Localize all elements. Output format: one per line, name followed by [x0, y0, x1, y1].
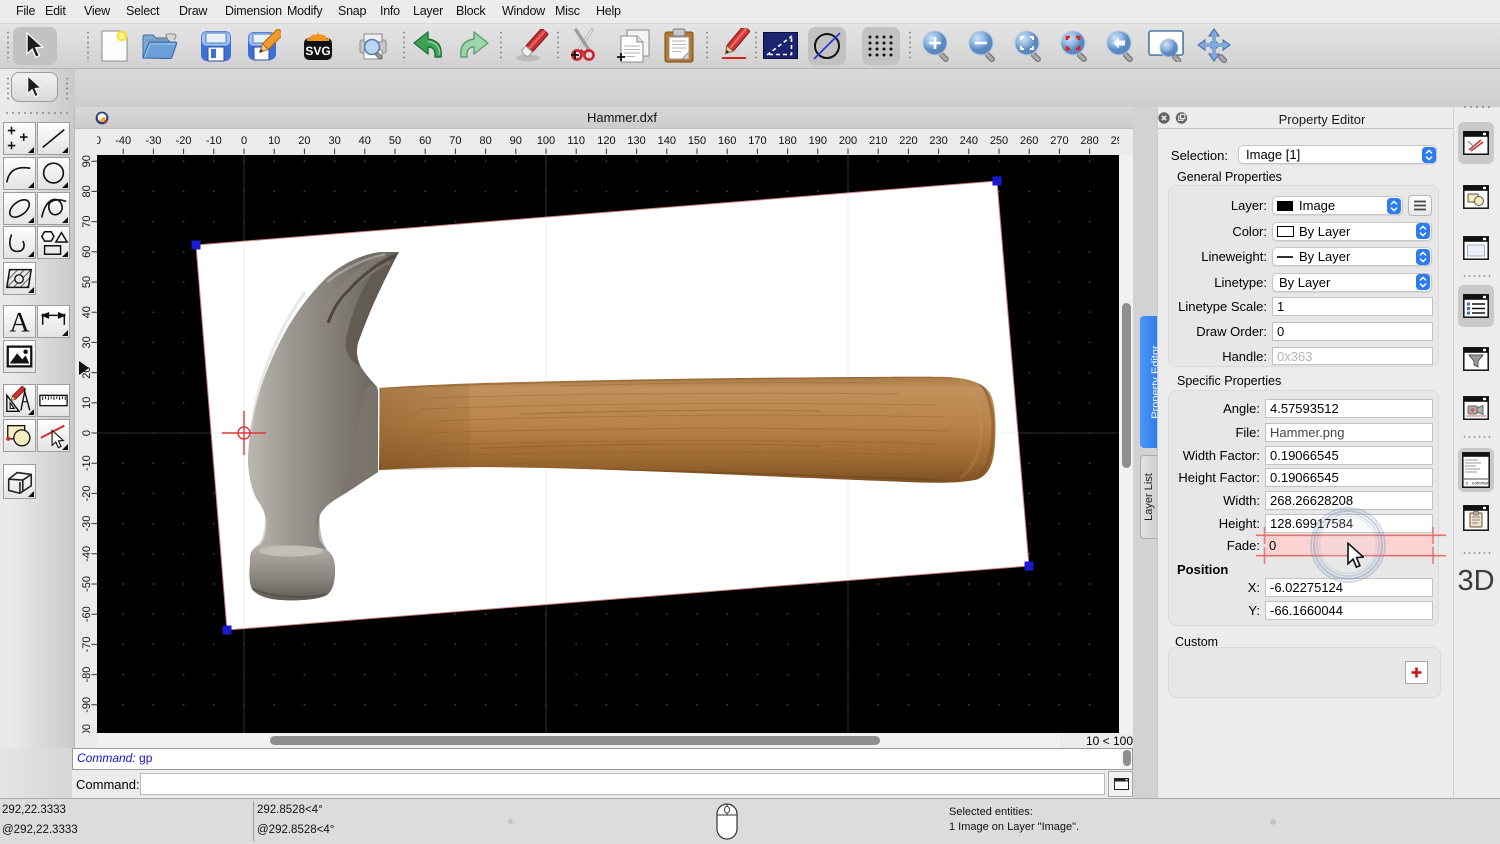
- svg-text:-100: -100: [81, 724, 93, 733]
- svg-text:10: 10: [268, 135, 280, 147]
- svg-text:190: 190: [809, 135, 827, 147]
- svg-text:-20: -20: [176, 135, 192, 147]
- svg-text:280: 280: [1080, 135, 1098, 147]
- svg-text:290: 290: [1111, 135, 1119, 147]
- svg-text:70: 70: [449, 135, 461, 147]
- svg-text:SVG: SVG: [305, 44, 330, 58]
- svg-text:270: 270: [1050, 135, 1068, 147]
- svg-text:80: 80: [479, 135, 491, 147]
- svg-text:20: 20: [298, 135, 310, 147]
- svg-text:-70: -70: [81, 636, 93, 652]
- svg-text:60: 60: [419, 135, 431, 147]
- svg-text:240: 240: [960, 135, 978, 147]
- svg-text:120: 120: [597, 135, 615, 147]
- svg-text:160: 160: [718, 135, 736, 147]
- svg-text:-50: -50: [81, 576, 93, 592]
- svg-text:-60: -60: [81, 606, 93, 622]
- svg-text:170: 170: [748, 135, 766, 147]
- svg-text:0: 0: [241, 135, 247, 147]
- svg-text:140: 140: [658, 135, 676, 147]
- svg-text:30: 30: [328, 135, 340, 147]
- svg-text:260: 260: [1020, 135, 1038, 147]
- svg-text:250: 250: [990, 135, 1008, 147]
- svg-text:220: 220: [899, 135, 917, 147]
- svg-text:-20: -20: [81, 485, 93, 501]
- svg-text:210: 210: [869, 135, 887, 147]
- svg-text:70: 70: [81, 215, 93, 227]
- svg-text:230: 230: [929, 135, 947, 147]
- svg-text:40: 40: [81, 306, 93, 318]
- svg-text:80: 80: [81, 185, 93, 197]
- svg-text:-10: -10: [81, 455, 93, 471]
- svg-text:-40: -40: [115, 135, 131, 147]
- svg-text:-90: -90: [81, 697, 93, 713]
- svg-text:130: 130: [627, 135, 645, 147]
- svg-text:90: 90: [81, 155, 93, 167]
- svg-text:200: 200: [839, 135, 857, 147]
- svg-text:50: 50: [389, 135, 401, 147]
- svg-text:90: 90: [510, 135, 522, 147]
- svg-text:A: A: [9, 307, 30, 337]
- svg-text:-10: -10: [206, 135, 222, 147]
- svg-text:-40: -40: [81, 546, 93, 562]
- svg-text:-30: -30: [81, 516, 93, 532]
- svg-text:50: 50: [81, 276, 93, 288]
- svg-text:10: 10: [81, 397, 93, 409]
- svg-text:30: 30: [81, 336, 93, 348]
- svg-text:40: 40: [359, 135, 371, 147]
- svg-text:110: 110: [567, 135, 585, 147]
- svg-text:c command: c command: [1466, 481, 1490, 486]
- svg-text:180: 180: [778, 135, 796, 147]
- svg-text:60: 60: [81, 246, 93, 258]
- svg-text:-80: -80: [81, 667, 93, 683]
- svg-text:0: 0: [81, 430, 93, 436]
- svg-text:-30: -30: [145, 135, 161, 147]
- svg-text:150: 150: [688, 135, 706, 147]
- svg-text:100: 100: [537, 135, 555, 147]
